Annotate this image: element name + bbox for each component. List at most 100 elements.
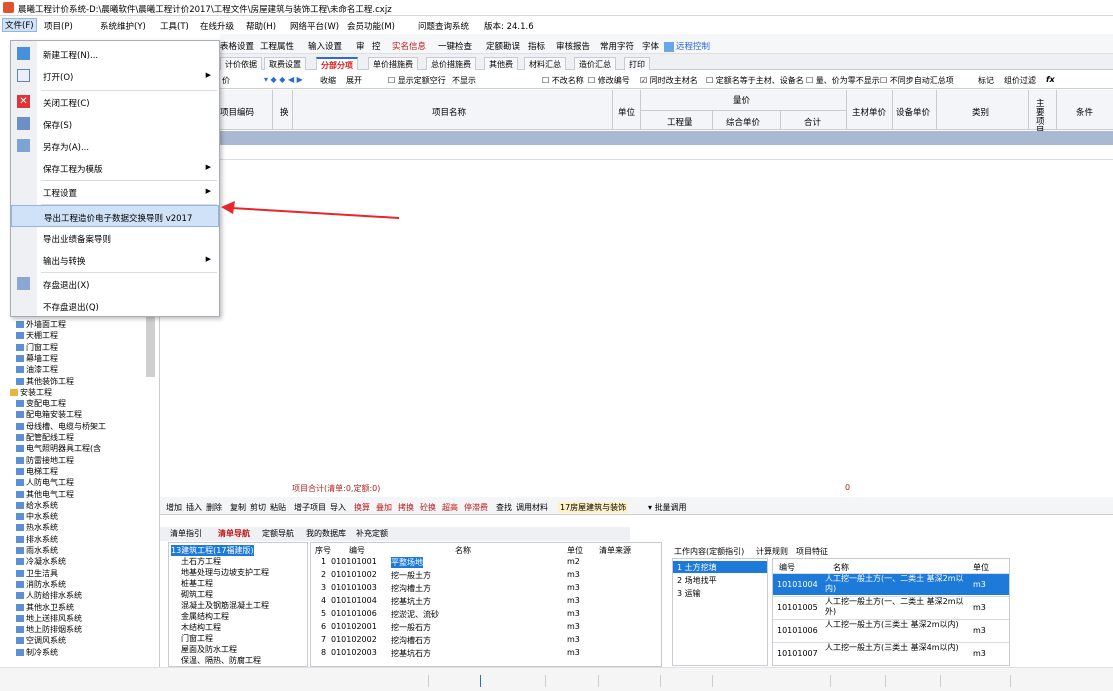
act-batch-call[interactable]: ▾ 批量调用 [648, 502, 687, 513]
tb-table-settings[interactable]: 表格设置 [220, 40, 254, 52]
tb-audit[interactable]: 审 [356, 40, 365, 52]
file-menu-save-template[interactable]: 保存工程为模版 ▶ [11, 157, 219, 179]
list-cell-unit[interactable]: m3 [567, 635, 580, 644]
list-cell-code[interactable]: 010101004 [331, 596, 377, 605]
act-over-height[interactable]: 超高 [442, 502, 458, 513]
nav-tree-item[interactable]: 门窗工程 [181, 633, 213, 644]
file-menu-save-exit[interactable]: 存盘退出(X) [11, 273, 219, 295]
tab-print[interactable]: 打印 [624, 57, 650, 70]
tree-item[interactable]: 人防给排水系统 [16, 590, 82, 601]
tree-item[interactable]: 其他水卫系统 [16, 602, 74, 613]
work-item[interactable]: 3 运输 [677, 588, 701, 599]
opt-filter[interactable]: 组价过滤 [1004, 75, 1036, 86]
grid-selected-row[interactable] [220, 131, 1113, 145]
list-cell-unit[interactable]: m3 [567, 596, 580, 605]
tree-item[interactable]: 地上防排烟系统 [16, 624, 82, 635]
act-stagnation[interactable]: 停滞费 [464, 502, 488, 513]
list-cell-unit[interactable]: m3 [567, 570, 580, 579]
tb-quota-errata[interactable]: 定额勘误 [486, 40, 520, 52]
file-menu-save[interactable]: 保存(S) [11, 113, 219, 135]
rtab-work[interactable]: 工作内容(定额指引) [674, 546, 744, 557]
list-cell-name[interactable]: 挖淤泥、流砂 [391, 609, 439, 620]
list-cell-unit[interactable]: m3 [567, 583, 580, 592]
menu-member[interactable]: 会员功能(M) [347, 20, 395, 32]
nav-tree-item[interactable]: 土石方工程 [181, 556, 221, 567]
tb-index[interactable]: 指标 [528, 40, 545, 52]
quota-row[interactable]: 10101004 人工挖一般土方(一、二类土 基深2m以内) m3 [773, 573, 1009, 595]
work-item[interactable]: 2 场地找平 [677, 575, 717, 586]
tab-material-summary[interactable]: 材料汇总 [524, 57, 566, 70]
opt-zero-hide[interactable]: ☐ 量、价为零不显示 [806, 75, 880, 86]
tree-item[interactable]: 防雷接地工程 [16, 455, 74, 466]
tree-item[interactable]: 配管配线工程 [16, 432, 74, 443]
file-menu-output[interactable]: 输出与转换 ▶ [11, 249, 219, 271]
tab-pricing-basis[interactable]: 计价依据 [220, 57, 262, 70]
tab-cost-summary[interactable]: 造价汇总 [574, 57, 616, 70]
tree-item[interactable]: 雨水系统 [16, 545, 58, 556]
tree-item[interactable]: 冷凝水系统 [16, 556, 66, 567]
tree-item[interactable]: 安装工程 [10, 387, 52, 398]
list-cell-name[interactable]: 挖一般土方 [391, 570, 431, 581]
list-cell-code[interactable]: 010102001 [331, 622, 377, 631]
act-copy-swap[interactable]: 拷换 [398, 502, 414, 513]
act-call-material[interactable]: 调用材料 [516, 502, 548, 513]
btab-my-db[interactable]: 我的数据库 [306, 528, 346, 539]
opt-show-empty[interactable]: ☐ 显示定额空行 [388, 75, 446, 86]
file-menu-close[interactable]: ✕ 关闭工程(C) [11, 91, 219, 113]
list-cell-seq[interactable]: 2 [321, 570, 326, 579]
menu-help[interactable]: 帮助(H) [246, 20, 276, 32]
btab-list-nav[interactable]: 清单导航 [218, 528, 250, 539]
opt-no-sync[interactable]: ☐ 不同步自动汇总项 [880, 75, 954, 86]
list-cell-seq[interactable]: 7 [321, 635, 326, 644]
list-cell-name[interactable]: 挖沟槽石方 [391, 635, 431, 646]
list-cell-code[interactable]: 010101002 [331, 570, 377, 579]
opt-collapse[interactable]: 收缩 [320, 75, 336, 86]
nav-tree-item[interactable]: 混凝土及钢筋混凝土工程 [181, 600, 269, 611]
tree-item[interactable]: 制冷系统 [16, 647, 58, 658]
tb-font[interactable]: 字体 [642, 40, 659, 52]
work-item[interactable]: 1 土方挖填 [677, 562, 717, 573]
tree-item[interactable]: 中水系统 [16, 511, 58, 522]
menu-query[interactable]: 问题查询系统 [418, 20, 469, 32]
tree-item[interactable]: 空调风系统 [16, 635, 66, 646]
quota-row[interactable]: 10101006 人工挖一般土方(三类土 基深2m以内) m3 [773, 619, 1009, 641]
tree-item[interactable]: 母线槽、电缆与桥架工 [16, 421, 106, 432]
file-menu-exit-nosave[interactable]: 不存盘退出(Q) [11, 295, 219, 317]
list-cell-unit[interactable]: m3 [567, 622, 580, 631]
opt-not-show[interactable]: 不显示 [452, 75, 476, 86]
menu-tools[interactable]: 工具(T) [160, 20, 189, 32]
act-insert[interactable]: 插入 [186, 502, 202, 513]
act-add[interactable]: 增加 [166, 502, 182, 513]
btab-list-guide[interactable]: 清单指引 [170, 528, 202, 539]
list-cell-name[interactable]: 挖基坑石方 [391, 648, 431, 659]
file-menu-settings[interactable]: 工程设置 ▶ [11, 181, 219, 203]
tb-project-props[interactable]: 工程属性 [260, 40, 294, 52]
tb-onekey-check[interactable]: 一键检查 [438, 40, 472, 52]
opt-modify-code[interactable]: ☐ 修改编号 [588, 75, 630, 86]
list-cell-code[interactable]: 010101006 [331, 609, 377, 618]
rtab-rules[interactable]: 计算规则 [756, 546, 788, 557]
list-cell-code[interactable]: 010101003 [331, 583, 377, 592]
list-cell-code[interactable]: 010102003 [331, 648, 377, 657]
tree-item[interactable]: 油漆工程 [16, 364, 58, 375]
act-import[interactable]: 导入 [330, 502, 346, 513]
list-cell-name[interactable]: 挖沟槽土方 [391, 583, 431, 594]
tree-item[interactable]: 其他电气工程 [16, 489, 74, 500]
menu-file[interactable]: 文件(F) [2, 18, 37, 32]
tree-item[interactable]: 变配电工程 [16, 398, 66, 409]
opt-quota-name[interactable]: ☐ 定额名等于主材、设备名 [706, 75, 804, 86]
tree-item[interactable]: 外墙面工程 [16, 319, 66, 330]
grid-row[interactable] [220, 146, 1113, 160]
act-concrete-swap[interactable]: 砼换 [420, 502, 436, 513]
rtab-features[interactable]: 项目特征 [796, 546, 828, 557]
quota-row[interactable]: 10101007 人工挖一般土方(三类土 基深4m以内) m3 [773, 642, 1009, 664]
nav-tree-item[interactable]: 砌筑工程 [181, 589, 213, 600]
menu-network[interactable]: 网络平台(W) [290, 20, 339, 32]
list-cell-seq[interactable]: 6 [321, 622, 326, 631]
opt-no-rename[interactable]: ☐ 不改名称 [542, 75, 584, 86]
list-cell-seq[interactable]: 1 [321, 557, 326, 566]
file-menu-open[interactable]: 打开(O) ▶ [11, 65, 219, 87]
act-convert[interactable]: 换算 [354, 502, 370, 513]
opt-price[interactable]: 价 [222, 75, 230, 86]
act-delete[interactable]: 删除 [206, 502, 222, 513]
